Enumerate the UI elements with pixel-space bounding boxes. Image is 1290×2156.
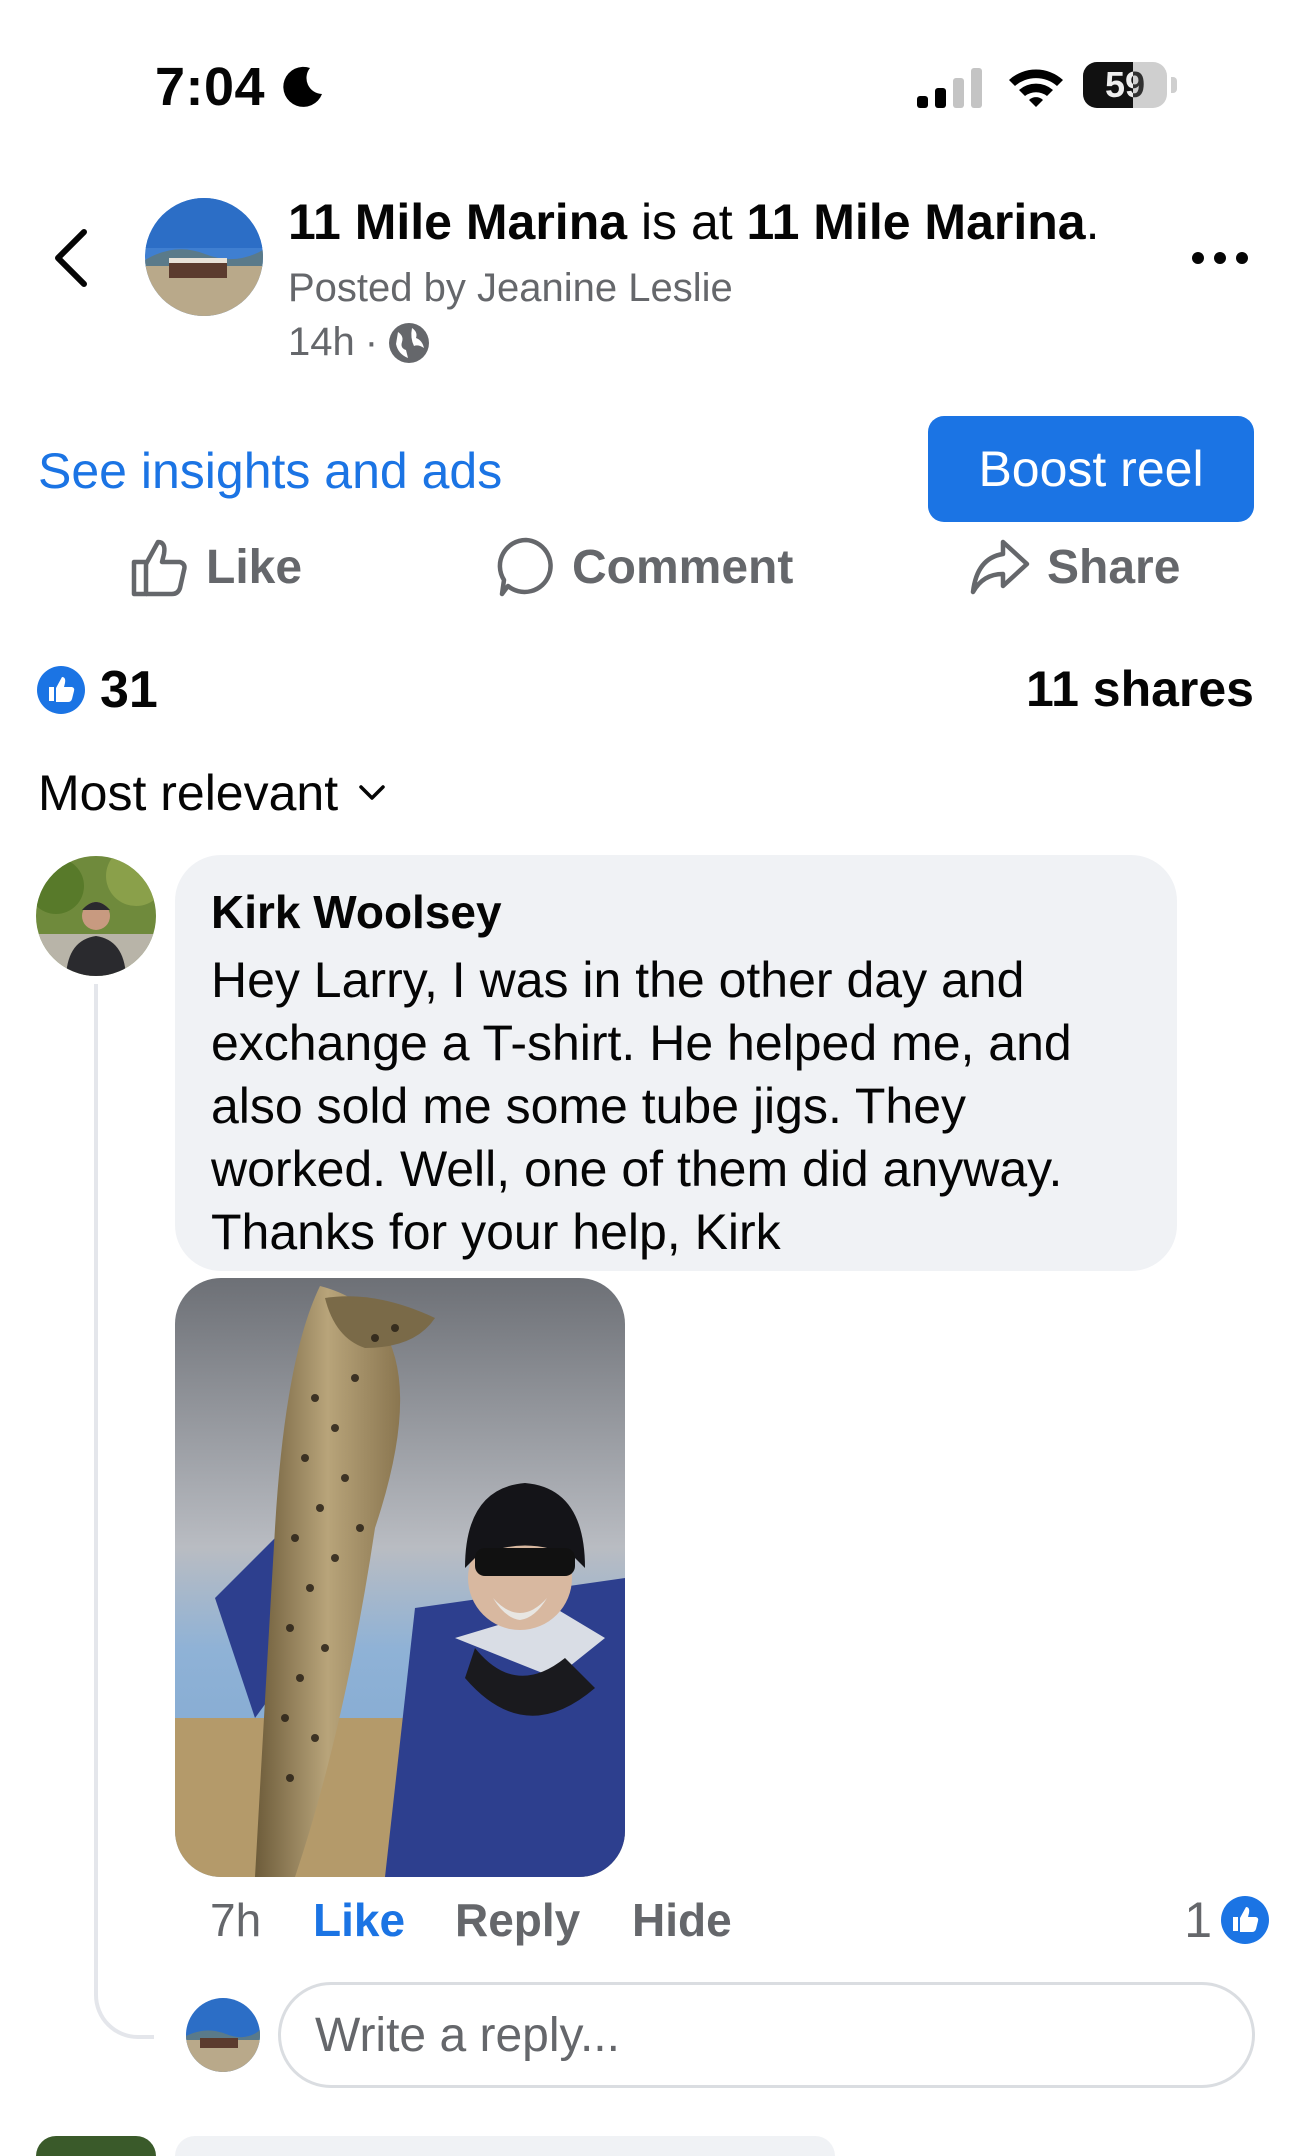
commenter-avatar[interactable] [36, 856, 156, 976]
post-header-title: 11 Mile Marina is at 11 Mile Marina. [288, 193, 1099, 251]
battery-indicator: 59 [1083, 62, 1179, 110]
reply-avatar [186, 1998, 260, 2072]
globe-icon [389, 322, 430, 363]
like-button[interactable]: Like [128, 534, 302, 600]
reaction-number: 31 [100, 661, 158, 719]
posted-by-text: Posted by Jeanine Leslie [288, 266, 733, 310]
comment-label: Comment [572, 540, 794, 594]
post-age: 14h [288, 320, 355, 364]
post-meta: 14h · [288, 320, 430, 365]
thumbs-up-icon [131, 539, 187, 597]
next-comment-avatar [36, 2136, 156, 2156]
like-reaction-icon [37, 666, 85, 714]
comment-sort-dropdown[interactable]: Most relevant [38, 764, 386, 822]
share-arrow-icon [970, 539, 1030, 595]
share-button[interactable]: Share [969, 534, 1180, 600]
comment-photo[interactable] [175, 1278, 625, 1877]
comment-reaction-count: 1 [1184, 1892, 1212, 1948]
moon-icon [283, 66, 322, 107]
comment-text: Hey Larry, I was in the other day and ex… [211, 952, 1072, 1260]
like-label: Like [206, 540, 303, 594]
boost-reel-button[interactable]: Boost reel [928, 416, 1254, 522]
comment-reply-button[interactable]: Reply [455, 1890, 580, 1950]
more-options-icon[interactable] [1190, 246, 1250, 270]
comment-like-button[interactable]: Like [313, 1890, 405, 1950]
next-comment-bubble [175, 2136, 835, 2156]
see-insights-link[interactable]: See insights and ads [38, 442, 502, 500]
page-avatar[interactable] [145, 198, 263, 316]
cell-signal-icon [917, 68, 982, 108]
shares-count[interactable]: 11 shares [1026, 660, 1254, 718]
comment-icon [497, 537, 553, 597]
chevron-down-icon [359, 785, 385, 800]
like-reaction-icon [1221, 1896, 1269, 1944]
comment-author[interactable]: Kirk Woolsey [211, 885, 1141, 939]
write-reply-input[interactable] [278, 1982, 1255, 2088]
sort-label: Most relevant [38, 765, 339, 821]
battery-percent: 59 [1104, 64, 1146, 105]
back-chevron-icon[interactable] [50, 228, 90, 288]
reaction-count[interactable]: 31 [36, 660, 158, 720]
comment-button[interactable]: Comment [496, 534, 793, 600]
comment-hide-button[interactable]: Hide [632, 1890, 732, 1950]
wifi-icon [1009, 69, 1063, 107]
comment-time: 7h [210, 1894, 262, 1946]
reply-thread-line [94, 984, 154, 2039]
share-label: Share [1047, 540, 1181, 594]
location-link[interactable]: 11 Mile Marina [747, 194, 1086, 250]
meta-separator: · [364, 320, 379, 364]
page-name-link[interactable]: 11 Mile Marina [288, 194, 627, 250]
comment-bubble[interactable]: Kirk Woolsey Hey Larry, I was in the oth… [175, 855, 1177, 1271]
status-time: 7:04 [155, 57, 266, 117]
header-connector: is at [627, 194, 747, 250]
comment-reactions[interactable]: 1 [1184, 1890, 1270, 1950]
header-end: . [1085, 194, 1100, 250]
